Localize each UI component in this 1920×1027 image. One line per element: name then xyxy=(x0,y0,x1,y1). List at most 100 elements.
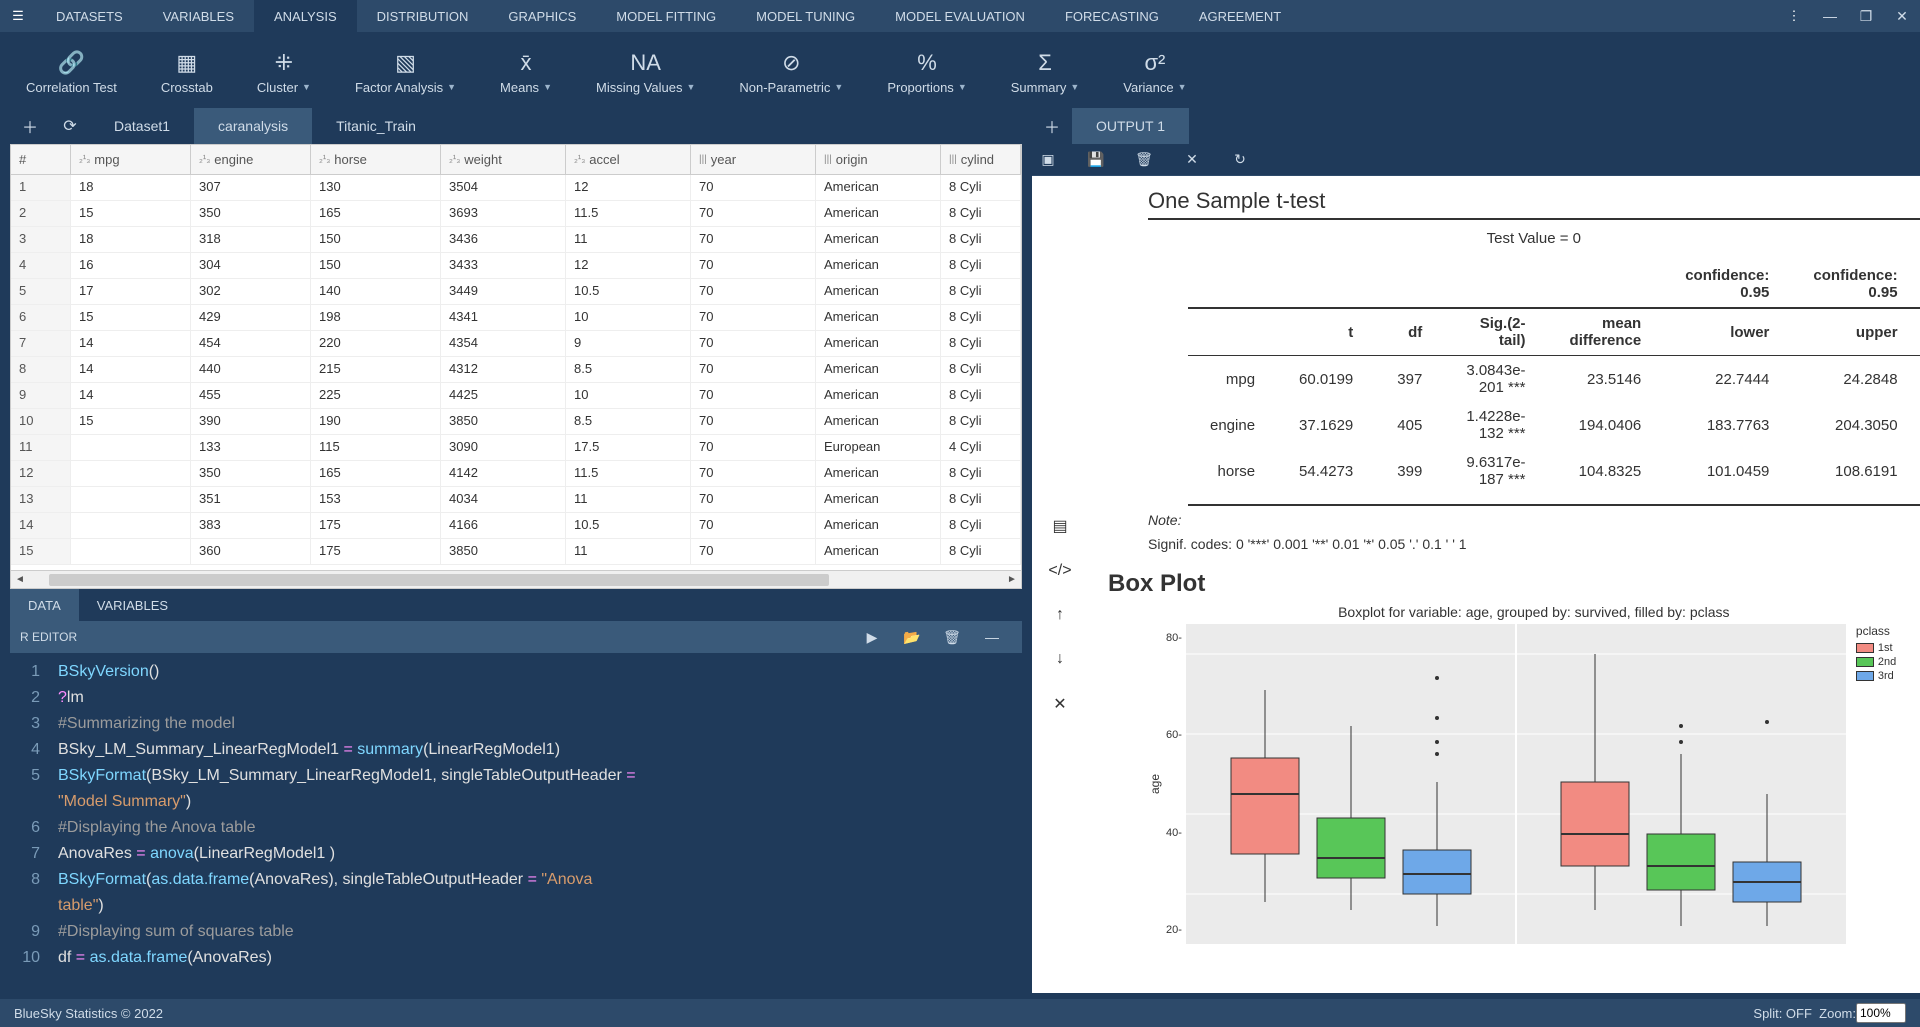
ribbon-non-parametric[interactable]: ⊘Non-Parametric▼ xyxy=(717,32,865,108)
output-clear-icon[interactable]: ✕ xyxy=(1182,151,1202,168)
menu-variables[interactable]: VARIABLES xyxy=(143,0,254,32)
table-row[interactable]: 11133115309017.570European4 Cyli xyxy=(11,435,1021,461)
refresh-dataset-icon[interactable]: ⟳ xyxy=(50,108,90,144)
zoom-label: Zoom: xyxy=(1819,1006,1856,1021)
menu-distribution[interactable]: DISTRIBUTION xyxy=(357,0,489,32)
table-row[interactable]: 12350165414211.570American8 Cyli xyxy=(11,461,1021,487)
r-editor-header: R EDITOR ▶ 📂 🗑 — xyxy=(10,621,1022,653)
menu-datasets[interactable]: DATASETS xyxy=(36,0,143,32)
ttest-table: confidence: 0.95confidence: 0.95 tdfSig.… xyxy=(1188,261,1920,496)
ribbon-cluster[interactable]: ⁜Cluster▼ xyxy=(235,32,333,108)
output-toolbar: ▣ 💾 🗑 ✕ ↻ xyxy=(1032,144,1920,176)
col-header-origin[interactable]: ||| origin xyxy=(816,145,941,174)
table-row[interactable]: 215350165369311.570American8 Cyli xyxy=(11,201,1021,227)
ribbon-proportions[interactable]: %Proportions▼ xyxy=(865,32,988,108)
table-row[interactable]: 1335115340341170American8 Cyli xyxy=(11,487,1021,513)
gridmode-data[interactable]: DATA xyxy=(10,589,79,621)
copyright-text: BlueSky Statistics © 2022 xyxy=(14,1006,163,1021)
ribbon-crosstab[interactable]: ▦Crosstab xyxy=(139,32,235,108)
ribbon-summary[interactable]: ΣSummary▼ xyxy=(989,32,1102,108)
r-editor[interactable]: 12345678910 BSkyVersion() ?lm #Summarizi… xyxy=(10,653,1022,993)
col-header-weight[interactable]: ₂¹₃ weight xyxy=(441,145,566,174)
collapse-editor-icon[interactable]: — xyxy=(972,629,1012,645)
col-header-year[interactable]: ||| year xyxy=(691,145,816,174)
legend-item: 3rd xyxy=(1856,670,1896,682)
table-row[interactable]: 91445522544251070American8 Cyli xyxy=(11,383,1021,409)
output-up-icon[interactable]: ↑ xyxy=(1056,606,1064,624)
delete-script-icon[interactable]: 🗑 xyxy=(932,629,972,646)
ribbon-variance[interactable]: σ²Variance▼ xyxy=(1101,32,1208,108)
menu-forecasting[interactable]: FORECASTING xyxy=(1045,0,1179,32)
menu-graphics[interactable]: GRAPHICS xyxy=(488,0,596,32)
ribbon-means[interactable]: x̄Means▼ xyxy=(478,32,574,108)
ribbon-missing-values[interactable]: NAMissing Values▼ xyxy=(574,32,717,108)
menu-model-fitting[interactable]: MODEL FITTING xyxy=(596,0,736,32)
col-header-cylind[interactable]: ||| cylind xyxy=(941,145,1021,174)
boxplot-chart: age 80-60-40-20- pclass 1st2nd3rd xyxy=(1148,624,1920,944)
table-row[interactable]: 14383175416610.570American8 Cyli xyxy=(11,513,1021,539)
table-row[interactable]: 517302140344910.570American8 Cyli xyxy=(11,279,1021,305)
output-body[interactable]: ▤ </> ↑ ↓ ✕ One Sample t-test Test Value… xyxy=(1032,176,1920,993)
output-new-icon[interactable]: ▣ xyxy=(1038,151,1058,168)
data-grid: # ₂¹₃ mpg₂¹₃ engine₂¹₃ horse₂¹₃ weight₂¹… xyxy=(10,144,1022,589)
status-bar: BlueSky Statistics © 2022 Split: OFF Zoo… xyxy=(0,999,1920,1027)
window-maximize-icon[interactable]: ❐ xyxy=(1848,0,1884,32)
output-tab[interactable]: OUTPUT 1 xyxy=(1072,108,1189,144)
dataset-tab-dataset1[interactable]: Dataset1 xyxy=(90,108,194,144)
table-row[interactable]: 11830713035041270American8 Cyli xyxy=(11,175,1021,201)
analysis-ribbon: 🔗Correlation Test▦Crosstab⁜Cluster▼▧Fact… xyxy=(0,32,1920,108)
col-header-mpg[interactable]: ₂¹₃ mpg xyxy=(71,145,191,174)
table-row[interactable]: 61542919843411070American8 Cyli xyxy=(11,305,1021,331)
menu-overflow-icon[interactable]: ⋮ xyxy=(1776,0,1812,32)
table-row[interactable]: 81444021543128.570American8 Cyli xyxy=(11,357,1021,383)
output-tabstrip: ＋ OUTPUT 1 xyxy=(1032,108,1920,144)
dataset-tab-titanic_train[interactable]: Titanic_Train xyxy=(312,108,440,144)
col-header-accel[interactable]: ₂¹₃ accel xyxy=(566,145,691,174)
menu-analysis[interactable]: ANALYSIS xyxy=(254,0,357,32)
output-down-icon[interactable]: ↓ xyxy=(1056,650,1064,668)
output-refresh-icon[interactable]: ↻ xyxy=(1230,151,1250,168)
boxplot-ylabel: age xyxy=(1148,774,1162,794)
output-save-icon[interactable]: 💾 xyxy=(1086,151,1106,168)
window-minimize-icon[interactable]: — xyxy=(1812,0,1848,32)
add-dataset-icon[interactable]: ＋ xyxy=(10,108,50,144)
zoom-input[interactable] xyxy=(1856,1003,1906,1023)
table-row[interactable]: 31831815034361170American8 Cyli xyxy=(11,227,1021,253)
output-code-icon[interactable]: </> xyxy=(1048,562,1071,580)
table-row[interactable]: 41630415034331270American8 Cyli xyxy=(11,253,1021,279)
output-remove-icon[interactable]: ✕ xyxy=(1053,694,1066,714)
col-header-horse[interactable]: ₂¹₃ horse xyxy=(311,145,441,174)
output-delete-icon[interactable]: 🗑 xyxy=(1134,151,1154,168)
col-header-engine[interactable]: ₂¹₃ engine xyxy=(191,145,311,174)
ribbon-correlation-test[interactable]: 🔗Correlation Test xyxy=(4,32,139,108)
window-close-icon[interactable]: ✕ xyxy=(1884,0,1920,32)
legend-item: 1st xyxy=(1856,642,1896,654)
ribbon-factor-analysis[interactable]: ▧Factor Analysis▼ xyxy=(333,32,478,108)
menu-burger-icon[interactable]: ☰ xyxy=(0,0,36,32)
add-output-icon[interactable]: ＋ xyxy=(1032,108,1072,144)
menu-model-tuning[interactable]: MODEL TUNING xyxy=(736,0,875,32)
ttest-note: Note: xyxy=(1148,512,1920,528)
gridmode-variables[interactable]: VARIABLES xyxy=(79,589,186,621)
dataset-tab-caranalysis[interactable]: caranalysis xyxy=(194,108,312,144)
boxplot-title: Box Plot xyxy=(1108,570,1920,598)
open-script-icon[interactable]: 📂 xyxy=(892,629,932,646)
top-menubar: ☰ DATASETSVARIABLESANALYSISDISTRIBUTIONG… xyxy=(0,0,1920,32)
ttest-title: One Sample t-test xyxy=(1148,188,1920,220)
row-index-header: # xyxy=(11,145,71,174)
run-script-icon[interactable]: ▶ xyxy=(852,629,892,646)
r-editor-title: R EDITOR xyxy=(20,630,77,644)
output-layout-icon[interactable]: ▤ xyxy=(1052,516,1067,536)
grid-body[interactable]: 11830713035041270American8 Cyli215350165… xyxy=(11,175,1021,570)
grid-h-scrollbar[interactable]: ◄► xyxy=(11,570,1021,588)
grid-mode-tabs: DATAVARIABLES xyxy=(10,589,1022,621)
table-row[interactable]: 7144542204354970American8 Cyli xyxy=(11,331,1021,357)
dataset-tabstrip: ＋ ⟳ Dataset1caranalysisTitanic_Train xyxy=(10,108,1022,144)
menu-model-evaluation[interactable]: MODEL EVALUATION xyxy=(875,0,1045,32)
menu-agreement[interactable]: AGREEMENT xyxy=(1179,0,1301,32)
ttest-subtitle: Test Value = 0 xyxy=(1148,230,1920,247)
table-row[interactable]: 1536017538501170American8 Cyli xyxy=(11,539,1021,565)
legend-item: 2nd xyxy=(1856,656,1896,668)
split-status[interactable]: Split: OFF xyxy=(1753,1006,1812,1021)
table-row[interactable]: 101539019038508.570American8 Cyli xyxy=(11,409,1021,435)
